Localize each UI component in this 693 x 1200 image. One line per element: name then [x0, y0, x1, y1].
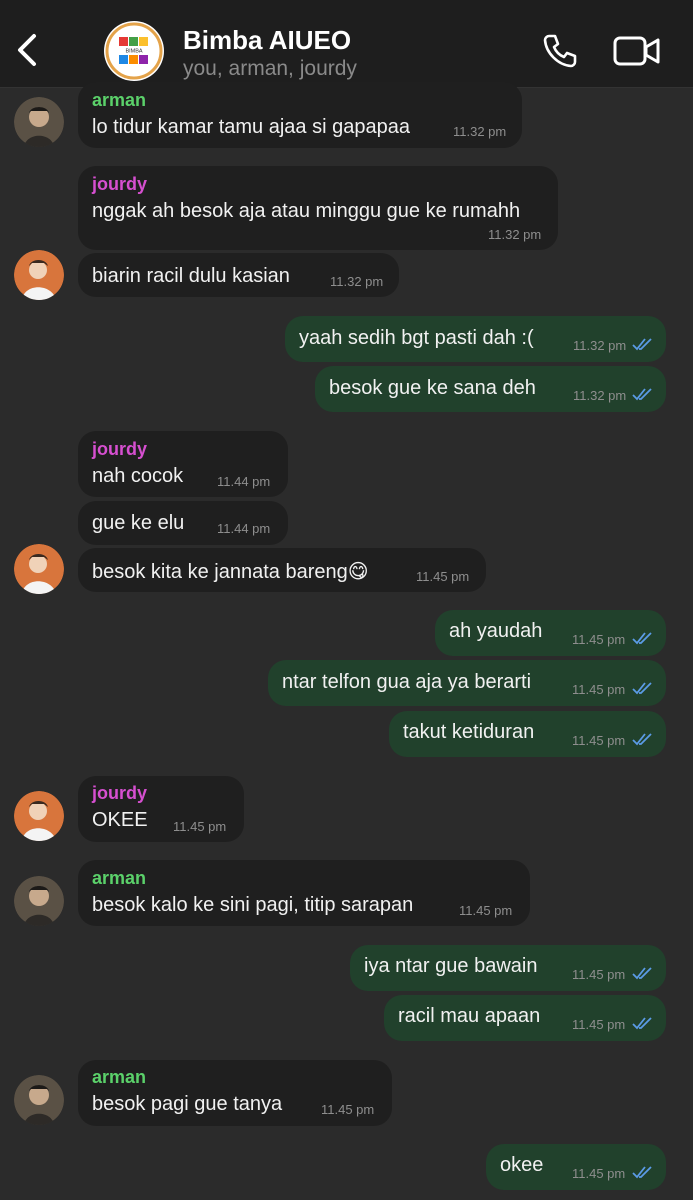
avatar-arman[interactable]	[14, 876, 64, 926]
message-time: 11.32 pm	[453, 124, 507, 139]
read-receipt-icon	[632, 338, 652, 351]
svg-text:BIMBA: BIMBA	[125, 49, 142, 55]
message-text: besok gue ke sana deh	[329, 377, 536, 399]
message-time: 11.44 pm	[217, 521, 271, 536]
arman-photo-icon	[14, 97, 64, 147]
read-receipt-icon	[632, 733, 652, 746]
jourdy-photo-icon	[14, 791, 64, 841]
chat-header: BIMBA Bimba AIUEO you, arman, jourdy	[0, 0, 693, 88]
message-bubble-outgoing[interactable]: okee 11.45 pm	[486, 1144, 666, 1190]
message-bubble-incoming[interactable]: arman besok kalo ke sini pagi, titip sar…	[78, 860, 530, 926]
message-time: 11.45 pm	[572, 632, 626, 647]
arman-photo-icon	[14, 876, 64, 926]
chat-title[interactable]: Bimba AIUEO	[183, 25, 351, 56]
message-text: gue ke elu	[92, 512, 185, 534]
message-bubble-outgoing[interactable]: iya ntar gue bawain 11.45 pm	[350, 945, 666, 991]
avatar-arman[interactable]	[14, 97, 64, 147]
message-text: racil mau apaan	[398, 1005, 541, 1027]
avatar-jourdy[interactable]	[14, 544, 64, 594]
group-avatar[interactable]: BIMBA	[104, 21, 164, 81]
sender-name: arman	[92, 1067, 147, 1087]
message-text: iya ntar gue bawain	[364, 955, 538, 977]
read-receipt-icon	[632, 1017, 652, 1030]
message-time: 11.45 pm	[321, 1102, 375, 1117]
message-text: besok pagi gue tanya	[92, 1093, 283, 1115]
message-bubble-incoming[interactable]: biarin racil dulu kasian 11.32 pm	[78, 253, 399, 297]
message-text: yaah sedih bgt pasti dah :(	[299, 327, 534, 349]
message-bubble-outgoing[interactable]: besok gue ke sana deh 11.32 pm	[315, 366, 666, 412]
message-bubble-incoming[interactable]: jourdy nah cocok 11.44 pm	[78, 431, 288, 497]
read-receipt-icon	[632, 1166, 652, 1179]
message-time: 11.45 pm	[572, 1017, 626, 1032]
jourdy-photo-icon	[14, 544, 64, 594]
back-arrow-icon[interactable]	[12, 30, 44, 70]
message-text: ah yaudah	[449, 620, 543, 642]
avatar-jourdy[interactable]	[14, 250, 64, 300]
sender-name: jourdy	[92, 439, 148, 459]
message-time: 11.45 pm	[173, 819, 227, 834]
sender-name: jourdy	[92, 174, 148, 194]
phone-icon[interactable]	[540, 31, 580, 71]
avatar-jourdy[interactable]	[14, 791, 64, 841]
message-bubble-incoming[interactable]: besok kita ke jannata bareng😋 11.45 pm	[78, 548, 486, 592]
message-bubble-incoming[interactable]: arman besok pagi gue tanya 11.45 pm	[78, 1060, 392, 1126]
message-time: 11.32 pm	[488, 227, 542, 242]
read-receipt-icon	[632, 388, 652, 401]
message-text: nah cocok	[92, 465, 184, 487]
message-time: 11.32 pm	[330, 274, 384, 289]
message-time: 11.45 pm	[572, 1166, 626, 1181]
message-text: ntar telfon gua aja ya berarti	[282, 671, 532, 693]
message-time: 11.45 pm	[572, 967, 626, 982]
message-text: biarin racil dulu kasian	[92, 265, 290, 287]
read-receipt-icon	[632, 682, 652, 695]
message-bubble-incoming[interactable]: jourdy nggak ah besok aja atau minggu gu…	[78, 166, 558, 250]
message-text: besok kalo ke sini pagi, titip sarapan	[92, 894, 414, 916]
message-text: takut ketiduran	[403, 721, 535, 743]
message-time: 11.45 pm	[416, 569, 470, 584]
read-receipt-icon	[632, 632, 652, 645]
message-time: 11.45 pm	[572, 682, 626, 697]
jourdy-photo-icon	[14, 250, 64, 300]
message-bubble-outgoing[interactable]: takut ketiduran 11.45 pm	[389, 711, 666, 757]
message-text: nggak ah besok aja atau minggu gue ke ru…	[92, 200, 521, 222]
avatar-arman[interactable]	[14, 1075, 64, 1125]
message-text: lo tidur kamar tamu ajaa si gapapaa	[92, 116, 410, 138]
sender-name: arman	[92, 90, 147, 110]
message-text: OKEE	[92, 809, 148, 831]
message-text: besok kita ke jannata bareng😋	[92, 561, 369, 583]
message-bubble-outgoing[interactable]: ntar telfon gua aja ya berarti 11.45 pm	[268, 660, 666, 706]
message-bubble-incoming[interactable]: gue ke elu 11.44 pm	[78, 501, 288, 545]
sender-name: arman	[92, 868, 147, 888]
message-bubble-incoming[interactable]: jourdy OKEE 11.45 pm	[78, 776, 244, 842]
video-camera-icon[interactable]	[613, 35, 661, 67]
message-time: 11.32 pm	[573, 388, 627, 403]
sender-name: jourdy	[92, 783, 148, 803]
message-bubble-outgoing[interactable]: yaah sedih bgt pasti dah :( 11.32 pm	[285, 316, 666, 362]
message-time: 11.32 pm	[573, 338, 627, 353]
message-bubble-incoming[interactable]: arman lo tidur kamar tamu ajaa si gapapa…	[78, 82, 522, 148]
chat-participants[interactable]: you, arman, jourdy	[183, 57, 357, 81]
message-time: 11.45 pm	[459, 903, 513, 918]
message-time: 11.44 pm	[217, 474, 271, 489]
message-time: 11.45 pm	[572, 733, 626, 748]
message-text: okee	[500, 1154, 544, 1176]
message-bubble-outgoing[interactable]: racil mau apaan 11.45 pm	[384, 995, 666, 1041]
message-bubble-outgoing[interactable]: ah yaudah 11.45 pm	[435, 610, 666, 656]
read-receipt-icon	[632, 967, 652, 980]
bimba-logo-icon: BIMBA	[105, 22, 163, 80]
arman-photo-icon	[14, 1075, 64, 1125]
